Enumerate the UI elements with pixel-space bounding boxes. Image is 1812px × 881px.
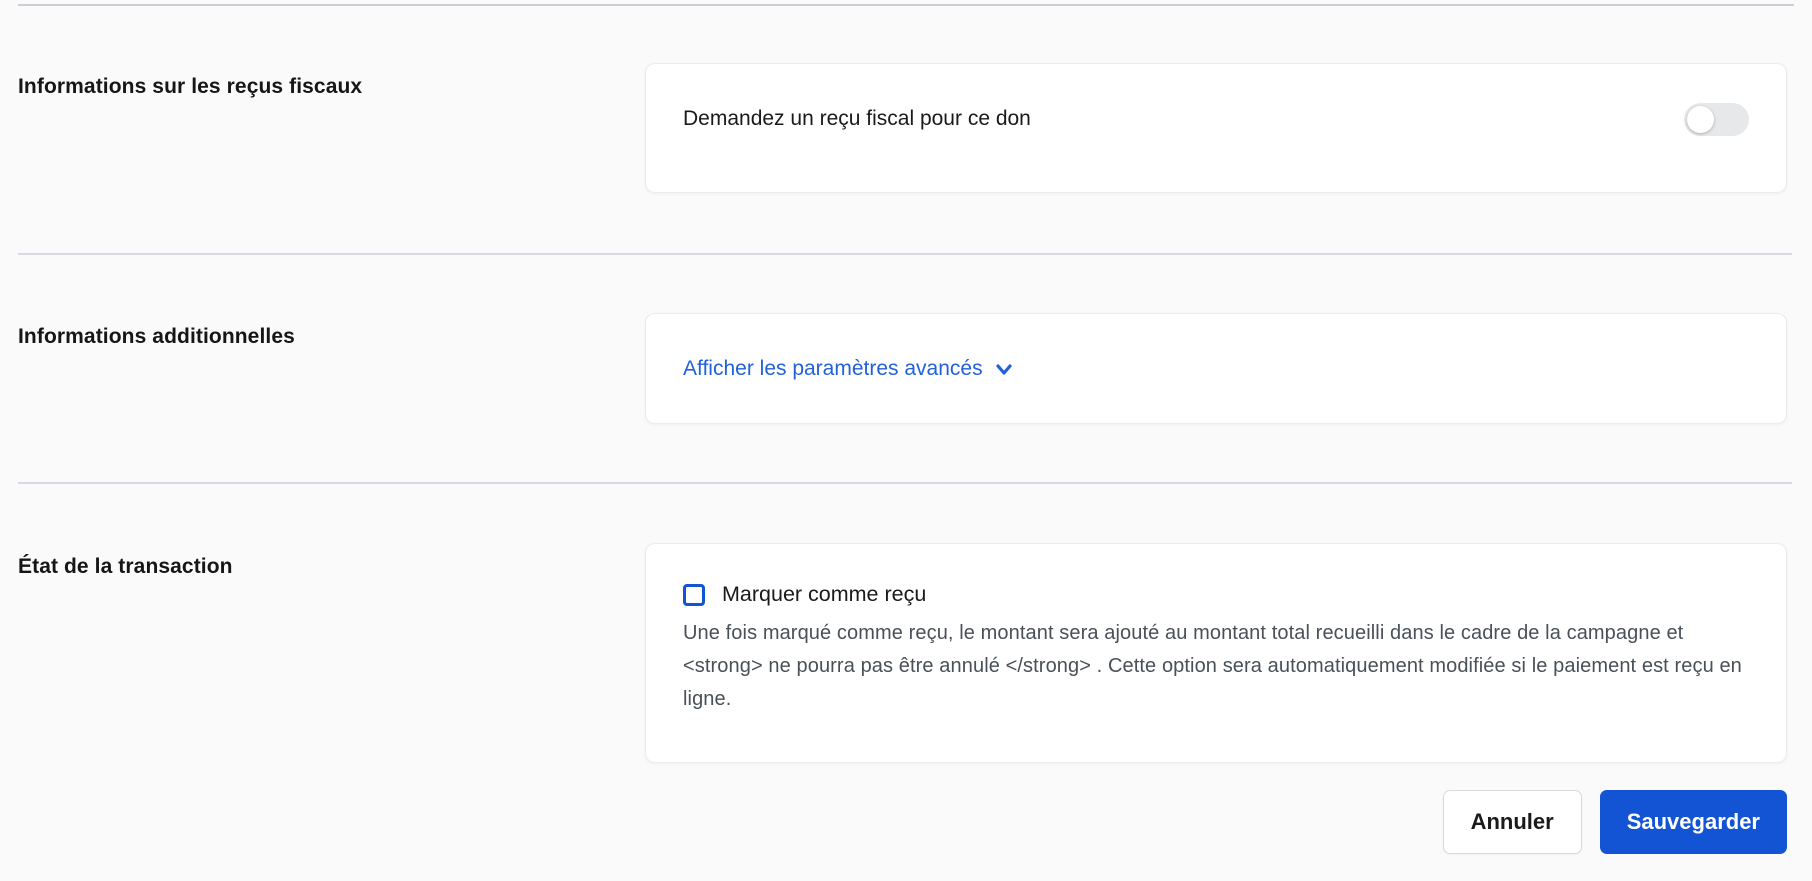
tax-receipt-toggle[interactable] — [1684, 102, 1749, 136]
top-divider — [18, 4, 1794, 6]
section-divider — [18, 253, 1792, 255]
tax-receipt-card: Demandez un reçu fiscal pour ce don — [645, 63, 1787, 193]
show-advanced-settings-link[interactable]: Afficher les paramètres avancés — [683, 357, 1014, 381]
save-button[interactable]: Sauvegarder — [1599, 790, 1787, 854]
tax-receipt-toggle-label: Demandez un reçu fiscal pour ce don — [683, 107, 1031, 130]
section-transaction-state: État de la transaction Marquer comme reç… — [0, 543, 1812, 763]
tax-receipt-toggle-row: Demandez un reçu fiscal pour ce don — [683, 102, 1749, 136]
section-title-additional-info: Informations additionnelles — [18, 325, 295, 348]
show-advanced-settings-label: Afficher les paramètres avancés — [683, 356, 983, 380]
mark-as-received-description: Une fois marqué comme reçu, le montant s… — [683, 622, 1742, 710]
section-divider — [18, 482, 1792, 484]
toggle-knob-icon — [1687, 105, 1714, 133]
transaction-state-card: Marquer comme reçu Une fois marqué comme… — [645, 543, 1787, 763]
section-title-transaction-state: État de la transaction — [18, 555, 233, 578]
mark-as-received-checkbox[interactable] — [683, 583, 705, 606]
mark-as-received-label: Marquer comme reçu — [722, 582, 927, 606]
form-actions: Annuler Sauvegarder — [0, 790, 1812, 854]
section-title-tax-receipts: Informations sur les reçus fiscaux — [18, 75, 363, 98]
additional-info-card: Afficher les paramètres avancés — [645, 313, 1787, 424]
mark-as-received-row: Marquer comme reçu — [683, 582, 1749, 607]
chevron-down-icon — [994, 360, 1014, 380]
cancel-button[interactable]: Annuler — [1442, 790, 1582, 854]
section-additional-info: Informations additionnelles Afficher les… — [0, 313, 1812, 424]
section-tax-receipts: Informations sur les reçus fiscaux Deman… — [0, 63, 1812, 193]
